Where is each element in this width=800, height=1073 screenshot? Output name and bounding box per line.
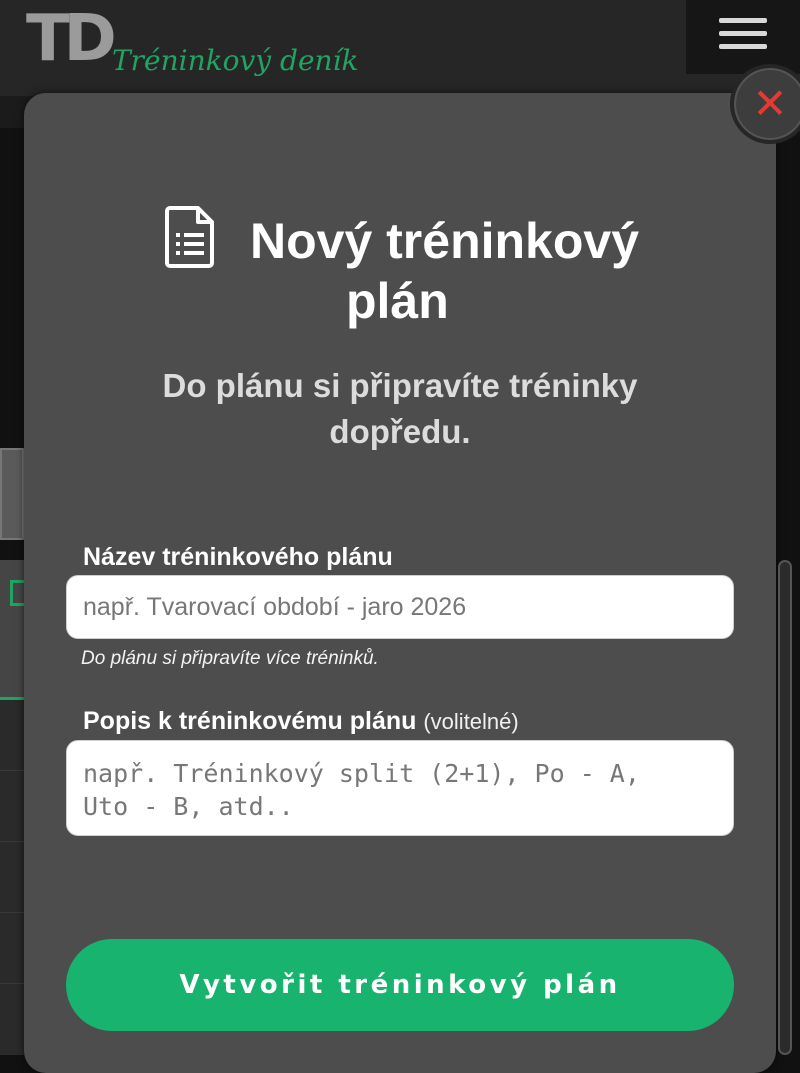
new-plan-modal: Nový tréninkový plán Do plánu si připrav… — [24, 93, 776, 1073]
app-logo[interactable]: TD Tréninkový deník — [26, 2, 358, 90]
hamburger-menu-icon[interactable] — [686, 0, 800, 74]
menu-bar — [719, 44, 767, 49]
document-list-icon — [165, 206, 214, 268]
plan-name-label-text: Název tréninkového plánu — [83, 543, 393, 571]
modal-title: Nový tréninkový plán — [234, 211, 664, 331]
optional-label: (volitelné) — [423, 709, 519, 734]
logo-mark: TD — [26, 2, 117, 76]
modal-scrollbar[interactable] — [778, 560, 792, 1055]
plan-description-textarea[interactable]: např. Tréninkový split (2+1), Po - A, Ut… — [66, 740, 734, 836]
plan-description-label-text: Popis k tréninkovému plánu — [83, 707, 417, 735]
plan-name-input[interactable]: např. Tvarovací období - jaro 2026 — [66, 575, 734, 639]
background-card — [0, 448, 24, 540]
modal-title-line2: plán — [346, 273, 449, 329]
menu-bar — [719, 18, 767, 23]
plan-name-label: Název tréninkového plánu — [83, 543, 393, 572]
menu-bar — [719, 31, 767, 36]
plan-name-hint: Do plánu si připravíte více tréninků. — [81, 648, 379, 669]
background-card-active — [0, 560, 24, 700]
modal-subtitle: Do plánu si připravíte tréninky dopředu. — [162, 367, 638, 450]
modal-title-line1: Nový tréninkový — [250, 213, 640, 269]
close-modal-button[interactable]: ✕ — [730, 64, 800, 144]
background-list — [0, 700, 24, 1055]
background-card-icon — [10, 580, 24, 606]
plan-description-label: Popis k tréninkovému plánu (volitelné) — [83, 707, 519, 736]
create-plan-button[interactable]: Vytvořit tréninkový plán — [66, 939, 734, 1031]
close-icon: ✕ — [752, 79, 788, 128]
app-header: TD Tréninkový deník — [0, 0, 800, 96]
logo-text: Tréninkový deník — [112, 44, 359, 77]
